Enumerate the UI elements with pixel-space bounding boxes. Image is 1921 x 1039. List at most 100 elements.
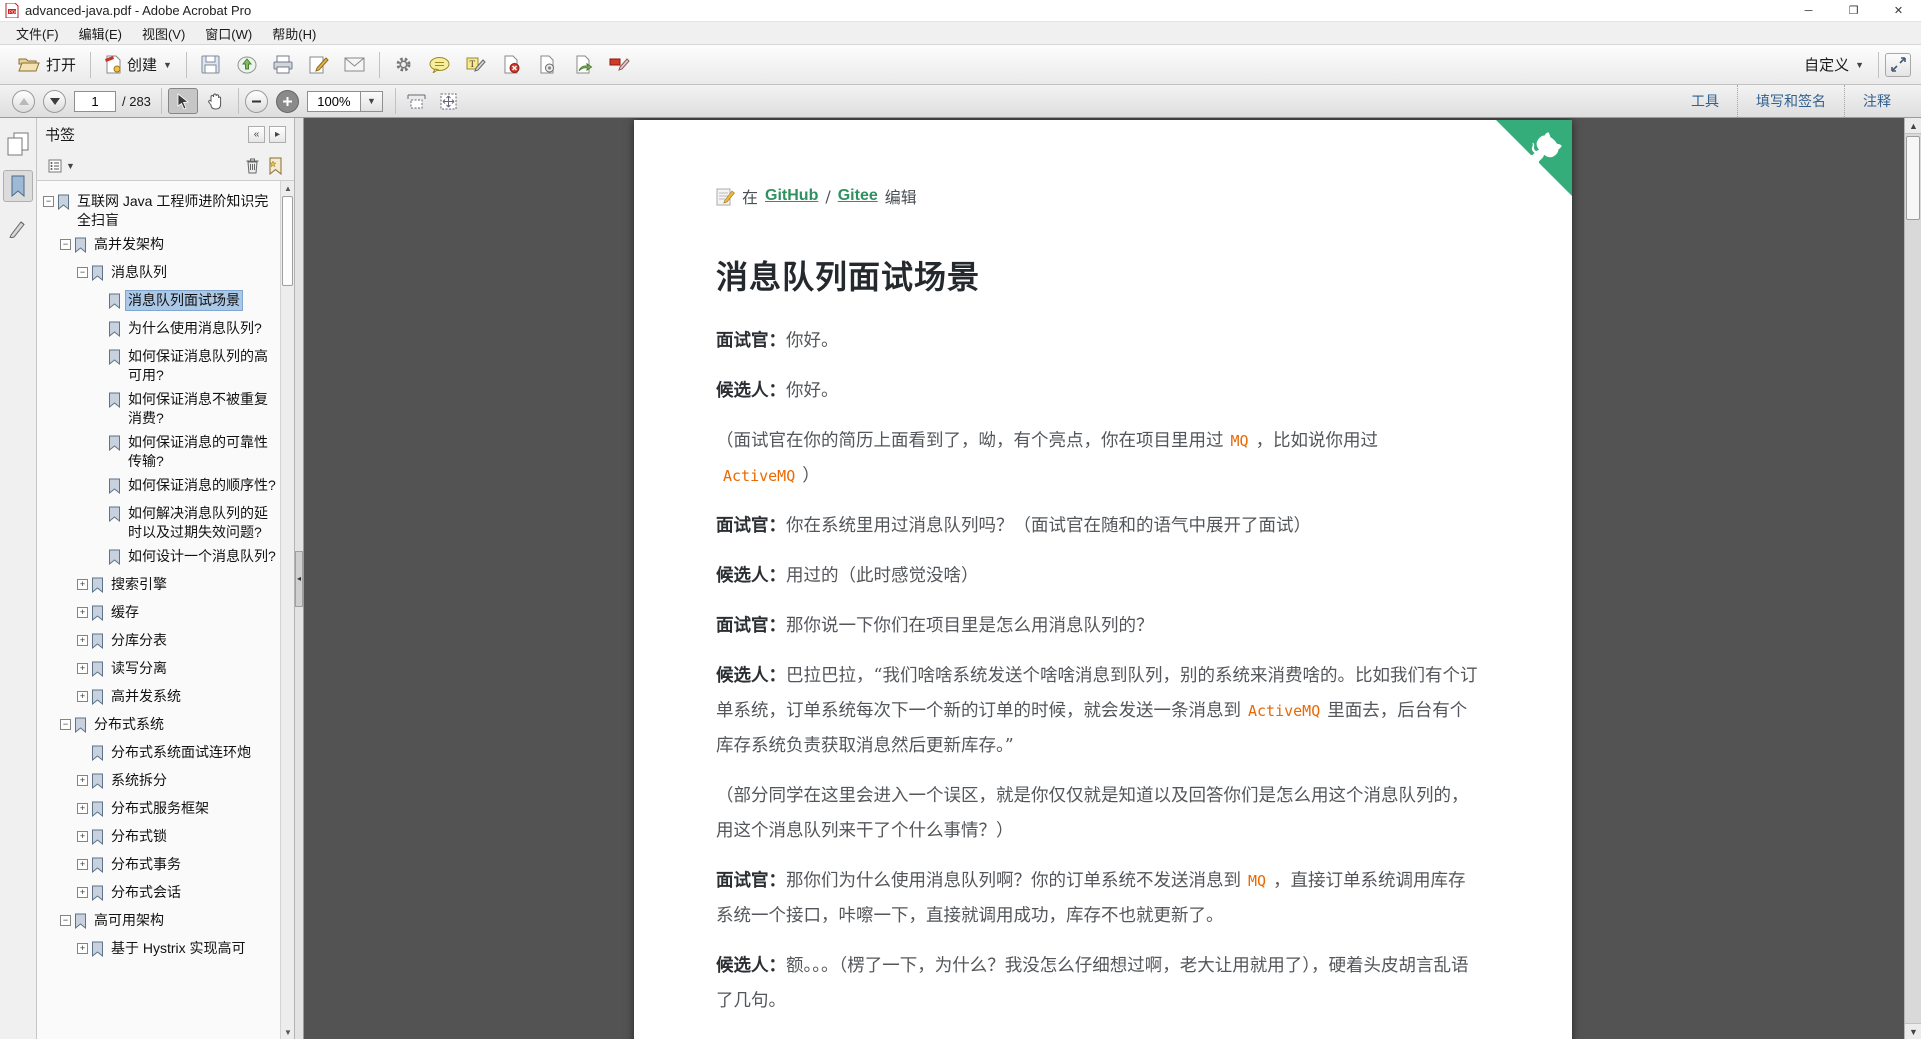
page-number-input[interactable]	[74, 90, 116, 112]
expand-expander-icon[interactable]: +	[77, 578, 88, 590]
bookmark-item[interactable]: + 分布式锁	[43, 824, 278, 852]
bookmarks-panel-button[interactable]	[3, 170, 33, 202]
page-tool-button[interactable]	[530, 50, 566, 80]
menu-item-2[interactable]: 视图(V)	[132, 22, 195, 45]
scrollbar-thumb[interactable]	[1906, 136, 1920, 220]
github-corner-icon[interactable]	[1496, 120, 1572, 196]
bookmark-label[interactable]: 分布式锁	[109, 827, 169, 846]
bookmark-item[interactable]: 消息队列面试场景	[43, 288, 278, 316]
export-page-button[interactable]	[566, 50, 602, 80]
zoom-dropdown-button[interactable]: ▼	[360, 90, 383, 112]
previous-page-button[interactable]	[12, 89, 35, 113]
bookmark-label[interactable]: 如何解决消息队列的延时以及过期失效问题?	[126, 504, 278, 542]
bookmark-item[interactable]: 如何保证消息的可靠性传输?	[43, 430, 278, 473]
share-button[interactable]	[229, 50, 265, 80]
bookmark-label[interactable]: 如何保证消息的可靠性传输?	[126, 433, 278, 471]
scroll-up-icon[interactable]: ▲	[281, 181, 294, 195]
bookmark-label[interactable]: 高可用架构	[92, 911, 166, 930]
bookmark-options-button[interactable]: ▼	[45, 157, 78, 175]
panel-splitter[interactable]: ◂	[295, 118, 304, 1039]
scrollbar-thumb[interactable]	[282, 196, 293, 286]
scroll-down-icon[interactable]: ▼	[281, 1025, 294, 1039]
collapse-expander-icon[interactable]: −	[60, 238, 71, 250]
bookmark-label[interactable]: 互联网 Java 工程师进阶知识完全扫盲	[75, 192, 278, 230]
document-scrollbar[interactable]: ▲ ▼	[1904, 118, 1921, 1039]
bookmark-label[interactable]: 分布式事务	[109, 855, 183, 874]
bookmark-item[interactable]: 分布式系统面试连环炮	[43, 740, 278, 768]
menu-item-1[interactable]: 编辑(E)	[69, 22, 132, 45]
bookmark-label[interactable]: 消息队列面试场景	[125, 289, 243, 311]
bookmark-item[interactable]: + 高并发系统	[43, 684, 278, 712]
bookmark-label[interactable]: 系统拆分	[109, 771, 169, 790]
menu-item-0[interactable]: 文件(F)	[6, 22, 69, 45]
bookmark-item[interactable]: 为什么使用消息队列?	[43, 316, 278, 344]
create-button[interactable]: 创建 ▼	[97, 50, 180, 79]
collapse-splitter-button[interactable]: ◂	[295, 550, 303, 607]
bookmark-label[interactable]: 分布式服务框架	[109, 799, 211, 818]
task-tab-2[interactable]: 注释	[1844, 85, 1909, 117]
bookmark-item[interactable]: 如何保证消息队列的高可用?	[43, 344, 278, 387]
bookmark-item[interactable]: − 高并发架构	[43, 232, 278, 260]
expand-expander-icon[interactable]: +	[77, 774, 88, 786]
bookmark-label[interactable]: 如何保证消息不被重复消费?	[126, 390, 278, 428]
gitee-link[interactable]: Gitee	[838, 187, 878, 205]
bookmarks-scrollbar[interactable]: ▲ ▼	[280, 181, 294, 1039]
expand-expander-icon[interactable]: +	[77, 662, 88, 674]
task-tab-1[interactable]: 填写和签名	[1737, 85, 1844, 117]
bookmark-item[interactable]: + 分布式服务框架	[43, 796, 278, 824]
customize-button[interactable]: 自定义 ▼	[1796, 50, 1872, 79]
close-button[interactable]: ✕	[1876, 0, 1921, 21]
panel-menu-icon[interactable]: ▸	[269, 126, 286, 143]
expand-expander-icon[interactable]: +	[77, 886, 88, 898]
expand-expander-icon[interactable]: +	[77, 830, 88, 842]
bookmark-label[interactable]: 分布式系统面试连环炮	[109, 743, 253, 762]
bookmark-label[interactable]: 高并发系统	[109, 687, 183, 706]
bookmark-item[interactable]: − 消息队列	[43, 260, 278, 288]
bookmark-item[interactable]: − 高可用架构	[43, 908, 278, 936]
menu-item-4[interactable]: 帮助(H)	[262, 22, 326, 45]
page-thumbnails-button[interactable]	[3, 128, 33, 160]
collapse-expander-icon[interactable]: −	[77, 266, 88, 278]
restore-button[interactable]: ❐	[1831, 0, 1876, 21]
expand-expander-icon[interactable]: +	[77, 802, 88, 814]
bookmark-label[interactable]: 如何保证消息队列的高可用?	[126, 347, 278, 385]
collapse-expander-icon[interactable]: −	[60, 914, 71, 926]
email-button[interactable]	[337, 50, 373, 80]
bookmark-item[interactable]: − 互联网 Java 工程师进阶知识完全扫盲	[43, 189, 278, 232]
next-page-button[interactable]	[43, 89, 66, 113]
text-edit-button[interactable]: T	[458, 50, 494, 80]
sign-button[interactable]	[301, 50, 337, 80]
bookmark-label[interactable]: 搜索引擎	[109, 575, 169, 594]
zoom-level-value[interactable]: 100%	[306, 90, 361, 112]
bookmark-label[interactable]: 分布式会话	[109, 883, 183, 902]
menu-item-3[interactable]: 窗口(W)	[195, 22, 262, 45]
new-bookmark-button[interactable]	[263, 155, 286, 177]
fullscreen-button[interactable]	[1885, 52, 1911, 77]
expand-expander-icon[interactable]: +	[77, 858, 88, 870]
bookmark-label[interactable]: 消息队列	[109, 263, 169, 282]
bookmark-item[interactable]: 如何设计一个消息队列?	[43, 544, 278, 572]
bookmark-item[interactable]: + 分布式会话	[43, 880, 278, 908]
fit-page-button[interactable]	[434, 88, 464, 114]
bookmark-item[interactable]: + 分库分表	[43, 628, 278, 656]
delete-page-button[interactable]	[494, 50, 530, 80]
zoom-out-button[interactable]	[244, 89, 268, 113]
bookmark-item[interactable]: + 搜索引擎	[43, 572, 278, 600]
bookmark-label[interactable]: 如何设计一个消息队列?	[126, 547, 278, 566]
collapse-expander-icon[interactable]: −	[43, 195, 54, 207]
bookmark-label[interactable]: 如何保证消息的顺序性?	[126, 476, 278, 495]
save-button[interactable]	[193, 50, 229, 80]
print-button[interactable]	[265, 50, 301, 80]
stamp-button[interactable]	[602, 50, 638, 80]
expand-expander-icon[interactable]: +	[77, 942, 88, 954]
bookmark-item[interactable]: + 分布式事务	[43, 852, 278, 880]
comment-button[interactable]	[422, 50, 458, 80]
delete-bookmark-button[interactable]	[242, 155, 263, 176]
bookmark-label[interactable]: 分布式系统	[92, 715, 166, 734]
bookmark-item[interactable]: − 分布式系统	[43, 712, 278, 740]
zoom-in-button[interactable]	[275, 89, 299, 113]
scroll-up-icon[interactable]: ▲	[1905, 118, 1921, 134]
signatures-panel-button[interactable]	[3, 212, 33, 244]
task-tab-0[interactable]: 工具	[1673, 85, 1737, 117]
collapse-expander-icon[interactable]: −	[60, 718, 71, 730]
